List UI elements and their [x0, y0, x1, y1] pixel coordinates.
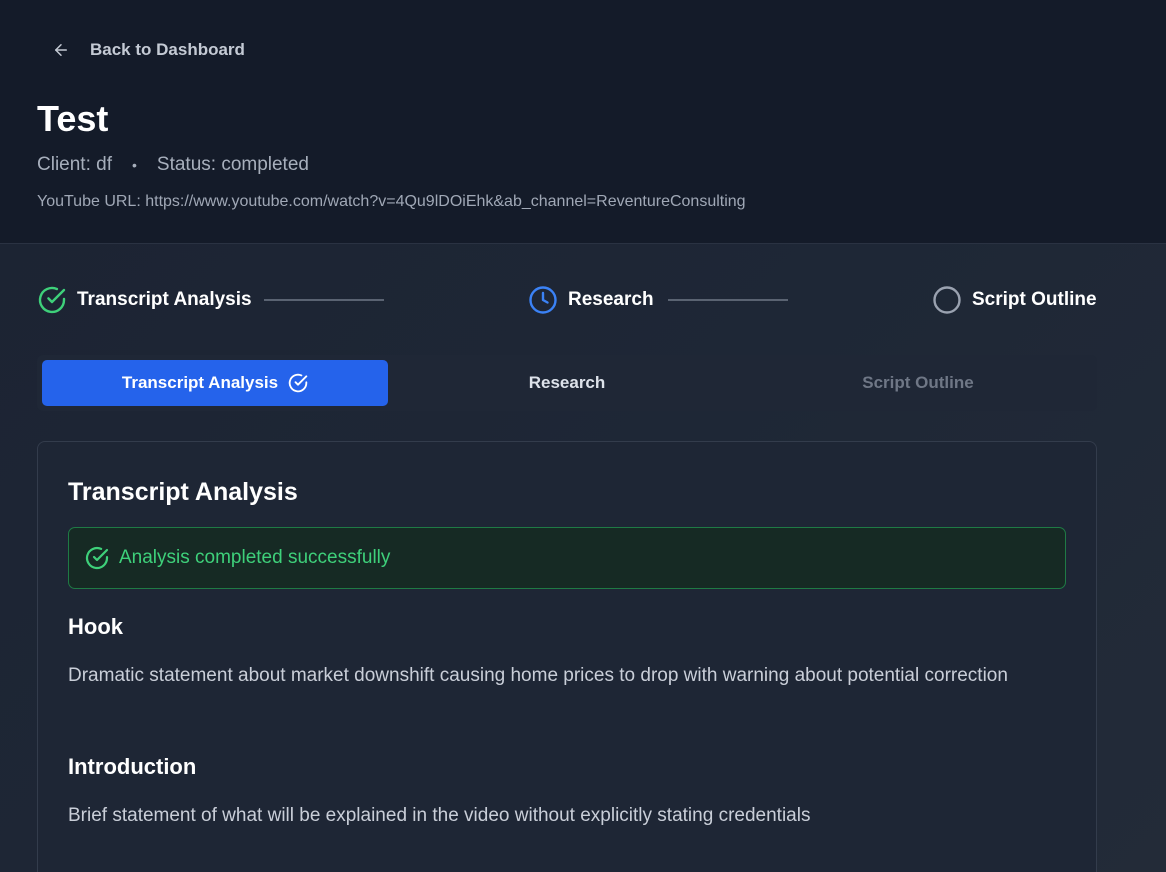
- empty-circle-icon: [933, 286, 961, 314]
- success-alert: Analysis completed successfully: [68, 527, 1066, 589]
- check-circle-icon: [85, 546, 109, 570]
- section-text-introduction: Brief statement of what will be explaine…: [68, 805, 811, 826]
- youtube-url: YouTube URL: https://www.youtube.com/wat…: [37, 193, 746, 210]
- step-connector: [668, 299, 788, 301]
- project-meta: Client: df • Status: completed: [37, 154, 309, 176]
- back-to-dashboard-link[interactable]: Back to Dashboard: [52, 40, 245, 60]
- step-connector: [264, 299, 384, 301]
- section-heading-introduction: Introduction: [68, 754, 197, 779]
- tab-research[interactable]: Research: [394, 360, 740, 406]
- section-heading-hook: Hook: [68, 614, 123, 639]
- tab-script-outline: Script Outline: [745, 360, 1091, 406]
- step-script-outline: Script Outline: [932, 284, 1097, 316]
- step-transcript-analysis: Transcript Analysis: [37, 284, 252, 316]
- step-label: Transcript Analysis: [77, 289, 252, 310]
- clock-icon: [529, 286, 557, 314]
- step-research: Research: [528, 284, 654, 316]
- card-title: Transcript Analysis: [68, 478, 298, 506]
- page-title: Test: [37, 98, 109, 139]
- meta-separator: •: [131, 157, 137, 173]
- workflow-tabs: Transcript Analysis Research Script Outl…: [37, 355, 1097, 411]
- project-header: Back to Dashboard Test Client: df • Stat…: [0, 0, 1166, 244]
- status-label: Status: completed: [156, 154, 309, 175]
- back-link-label: Back to Dashboard: [90, 40, 245, 59]
- client-label: Client: df: [37, 154, 112, 175]
- tab-label: Script Outline: [862, 373, 974, 392]
- alert-text: Analysis completed successfully: [119, 547, 391, 568]
- tab-label: Transcript Analysis: [121, 373, 279, 392]
- step-label: Research: [568, 289, 654, 310]
- progress-stepper: Transcript Analysis Research Script Outl…: [37, 284, 1097, 318]
- tab-transcript-analysis[interactable]: Transcript Analysis: [42, 360, 388, 406]
- section-text-hook: Dramatic statement about market downshif…: [68, 665, 1008, 686]
- check-circle-icon: [288, 373, 308, 393]
- check-circle-icon: [38, 286, 66, 314]
- step-label: Script Outline: [972, 289, 1097, 310]
- tab-label: Research: [528, 373, 606, 392]
- page: Back to Dashboard Test Client: df • Stat…: [0, 0, 1166, 872]
- analysis-card: Transcript Analysis Analysis completed s…: [37, 441, 1097, 872]
- arrow-left-icon: [55, 44, 67, 56]
